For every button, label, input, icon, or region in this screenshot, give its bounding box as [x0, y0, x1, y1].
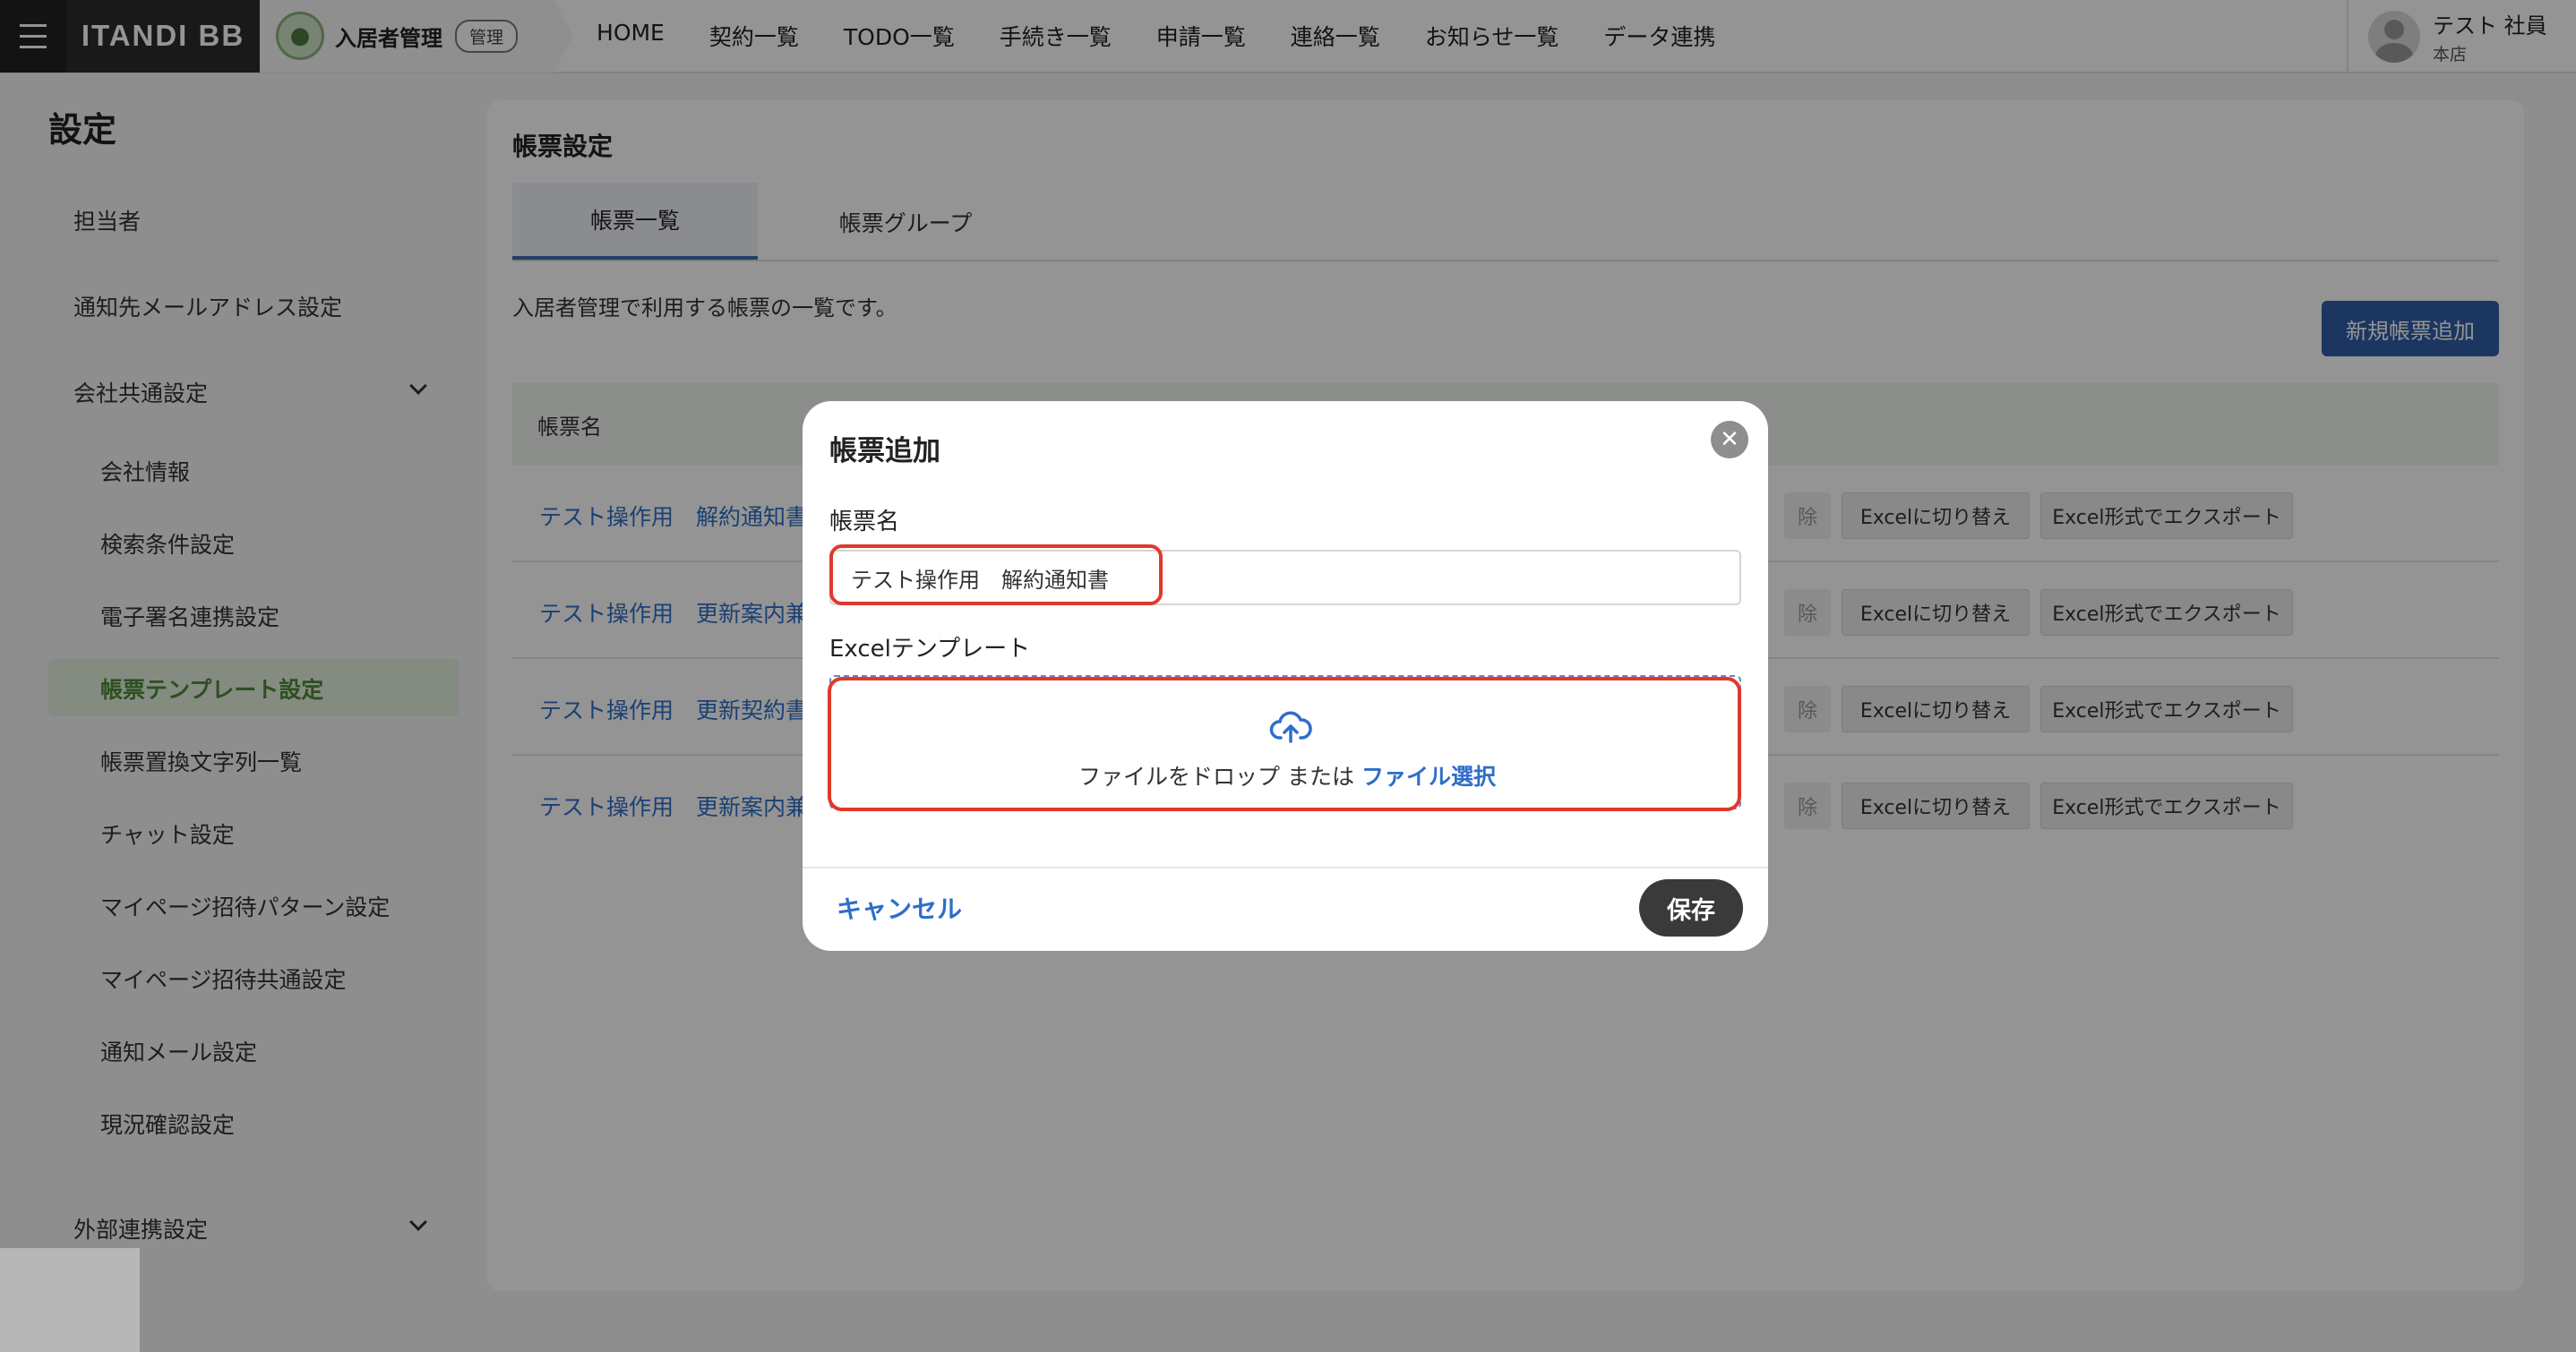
excel-template-label: Excelテンプレート — [829, 636, 1031, 663]
file-dropzone[interactable]: ファイルをドロップ または ファイル選択 — [829, 675, 1741, 809]
corner-panel — [0, 1248, 140, 1352]
cancel-button[interactable]: キャンセル — [837, 890, 962, 926]
dialog-title: 帳票追加 — [829, 435, 940, 467]
dropzone-text: ファイルをドロップ または ファイル選択 — [831, 759, 1743, 792]
add-form-dialog: 帳票追加 ✕ 帳票名 Excelテンプレート ファイルをドロップ または ファイ… — [803, 401, 1768, 951]
form-name-label: 帳票名 — [829, 509, 900, 535]
save-button[interactable]: 保存 — [1639, 879, 1743, 937]
dialog-footer-divider — [803, 867, 1768, 869]
cloud-upload-icon — [1269, 711, 1312, 743]
file-select-link[interactable]: ファイル選択 — [1361, 764, 1496, 790]
drop-instruction: ファイルをドロップ または — [1078, 764, 1354, 790]
close-icon[interactable]: ✕ — [1711, 421, 1748, 458]
form-name-input[interactable] — [829, 550, 1741, 605]
